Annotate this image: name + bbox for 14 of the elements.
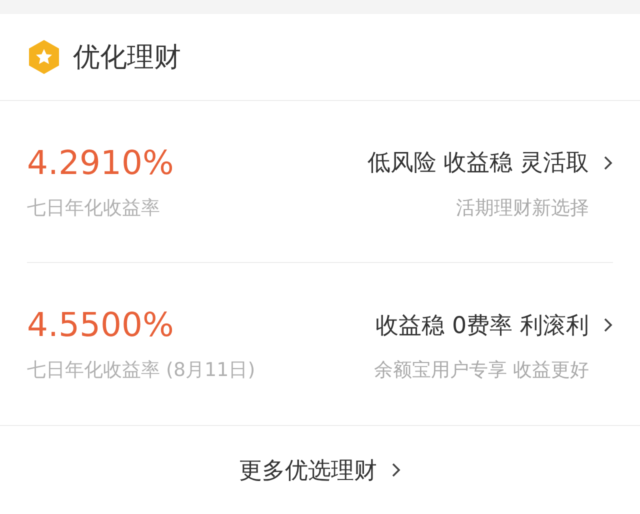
more-products-link[interactable]: 更多优选理财	[239, 454, 377, 486]
yield-label: 七日年化收益率 (8月11日)	[27, 358, 256, 383]
chevron-right-icon[interactable]	[603, 317, 613, 333]
product-subtitle: 活期理财新选择	[456, 196, 590, 220]
yield-rate: 4.5500%	[27, 305, 175, 345]
chevron-right-icon[interactable]	[391, 462, 401, 478]
product-subtitle: 余额宝用户专享 收益更好	[374, 358, 590, 383]
section-title: 优化理财	[73, 41, 181, 75]
star-badge-icon	[27, 39, 61, 75]
chevron-right-icon[interactable]	[603, 154, 613, 170]
yield-rate: 4.2910%	[27, 142, 174, 182]
yield-label: 七日年化收益率	[27, 196, 161, 220]
product-tagline[interactable]: 收益稳 0费率 利滚利	[376, 310, 589, 340]
product-tagline[interactable]: 低风险 收益稳 灵活取	[367, 147, 589, 178]
